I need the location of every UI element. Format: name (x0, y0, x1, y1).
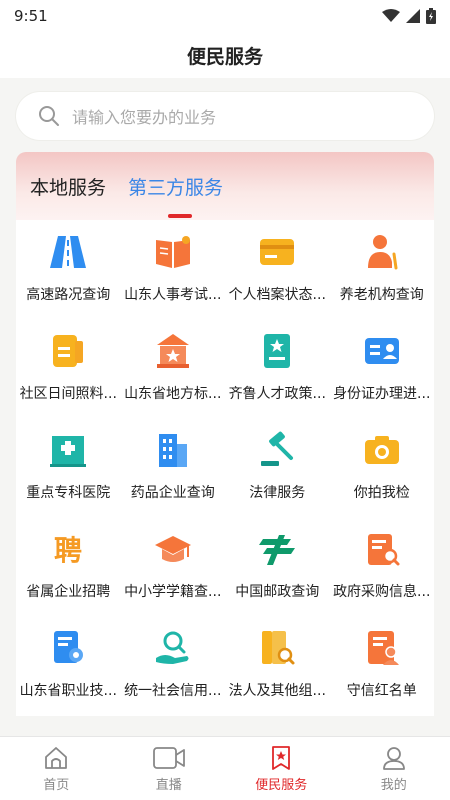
service-label: 山东省地方标... (124, 386, 222, 402)
office-building-icon (158, 434, 187, 467)
service-label: 你拍我检 (353, 485, 410, 501)
service-item-photo-inspect[interactable]: 你拍我检 (330, 424, 435, 523)
search-placeholder: 请输入您要办的业务 (72, 108, 217, 127)
building-star-icon (156, 334, 189, 368)
certificate-icon (54, 631, 84, 663)
gavel-icon (261, 431, 294, 466)
service-item-legal[interactable]: 法律服务 (225, 424, 330, 523)
wifi-icon (382, 9, 400, 22)
nav-label: 首页 (43, 777, 70, 793)
service-star-icon (272, 745, 291, 770)
nav-label: 我的 (380, 777, 407, 793)
service-label: 个人档案状态... (228, 287, 326, 303)
tab-local-services[interactable]: 本地服务 (30, 173, 106, 200)
nav-label: 便民服务 (255, 777, 308, 793)
service-label: 高速路况查询 (26, 287, 111, 303)
service-label: 中小学学籍查... (124, 584, 222, 600)
service-label: 中国邮政查询 (235, 584, 320, 600)
search-input[interactable]: 请输入您要办的业务 (16, 92, 434, 140)
home-icon (45, 746, 68, 769)
service-tabs: 本地服务 第三方服务 (16, 152, 434, 220)
nav-item-services[interactable]: 便民服务 (225, 737, 338, 800)
nav-item-mine[interactable]: 我的 (338, 737, 450, 800)
search-icon (39, 106, 59, 126)
search-section: 请输入您要办的业务 (0, 78, 450, 152)
service-item-id-card[interactable]: 身份证办理进... (330, 325, 435, 424)
service-item-local-standard[interactable]: 山东省地方标... (121, 325, 226, 424)
nav-item-live[interactable]: 直播 (113, 737, 226, 800)
nav-item-home[interactable]: 首页 (0, 737, 113, 800)
status-time: 9:51 (14, 7, 48, 25)
service-label: 养老机构查询 (339, 287, 424, 303)
road-icon (50, 236, 87, 268)
tab-third-party-services[interactable]: 第三方服务 (128, 173, 223, 200)
svg-text:聘: 聘 (54, 534, 82, 567)
card-icon (260, 239, 295, 265)
service-label: 法律服务 (249, 485, 306, 501)
service-label: 药品企业查询 (130, 485, 215, 501)
service-item-exam[interactable]: 山东人事考试... (121, 226, 226, 325)
service-item-recruit[interactable]: 聘 省属企业招聘 (16, 523, 121, 622)
page-header: 便民服务 (0, 32, 450, 78)
user-icon (382, 746, 405, 770)
battery-icon (426, 8, 436, 24)
hospital-icon (50, 436, 87, 467)
service-label: 守信红名单 (346, 683, 417, 699)
tab-active-indicator (168, 214, 192, 218)
service-item-red-list[interactable]: 守信红名单 (330, 622, 435, 721)
service-item-hospital[interactable]: 重点专科医院 (16, 424, 121, 523)
service-label: 省属企业招聘 (26, 584, 111, 600)
service-item-student-status[interactable]: 中小学学籍查... (121, 523, 226, 622)
service-item-credit-code[interactable]: 统一社会信用... (121, 622, 226, 721)
post-icon (259, 535, 296, 565)
service-item-community-care[interactable]: 社区日间照料... (16, 325, 121, 424)
elderly-icon (367, 235, 398, 270)
service-label: 统一社会信用... (124, 683, 222, 699)
service-label: 社区日间照料... (19, 386, 117, 402)
document-icon (53, 335, 84, 367)
file-search-icon (262, 631, 295, 665)
service-grid: 高速路况查询 山东人事考试... 个人档案状态... 养老机构查询 社区日间照料… (16, 220, 434, 716)
video-icon (152, 746, 185, 769)
service-item-vocational[interactable]: 山东省职业技... (16, 622, 121, 721)
id-card-icon (364, 338, 399, 364)
camera-icon (364, 436, 399, 464)
page-title: 便民服务 (186, 45, 263, 68)
service-item-pharma[interactable]: 药品企业查询 (121, 424, 226, 523)
service-label: 山东人事考试... (124, 287, 222, 303)
badge-doc-icon (264, 334, 291, 368)
service-item-archive[interactable]: 个人档案状态... (225, 226, 330, 325)
book-icon (155, 236, 190, 268)
hand-search-icon (155, 631, 189, 664)
user-document-icon (367, 631, 399, 665)
service-item-talent-policy[interactable]: 齐鲁人才政策... (225, 325, 330, 424)
graduation-cap-icon (154, 536, 191, 562)
service-item-post[interactable]: 中国邮政查询 (225, 523, 330, 622)
recruit-icon: 聘 (54, 534, 82, 567)
clipboard-search-icon (367, 534, 400, 566)
service-label: 政府采购信息... (333, 584, 431, 600)
nav-label: 直播 (155, 777, 182, 793)
bottom-nav: 首页 直播 便民服务 我的 (0, 736, 450, 800)
service-item-legal-person[interactable]: 法人及其他组... (225, 622, 330, 721)
service-label: 法人及其他组... (228, 683, 326, 699)
status-icons (382, 8, 436, 24)
service-label: 齐鲁人才政策... (228, 386, 326, 402)
service-label: 身份证办理进... (333, 386, 431, 402)
service-label: 山东省职业技... (19, 683, 117, 699)
service-item-procurement[interactable]: 政府采购信息... (330, 523, 435, 622)
service-item-highway[interactable]: 高速路况查询 (16, 226, 121, 325)
status-bar: 9:51 (0, 0, 450, 32)
service-item-elderly[interactable]: 养老机构查询 (330, 226, 435, 325)
service-label: 重点专科医院 (26, 485, 111, 501)
signal-icon (406, 9, 420, 23)
